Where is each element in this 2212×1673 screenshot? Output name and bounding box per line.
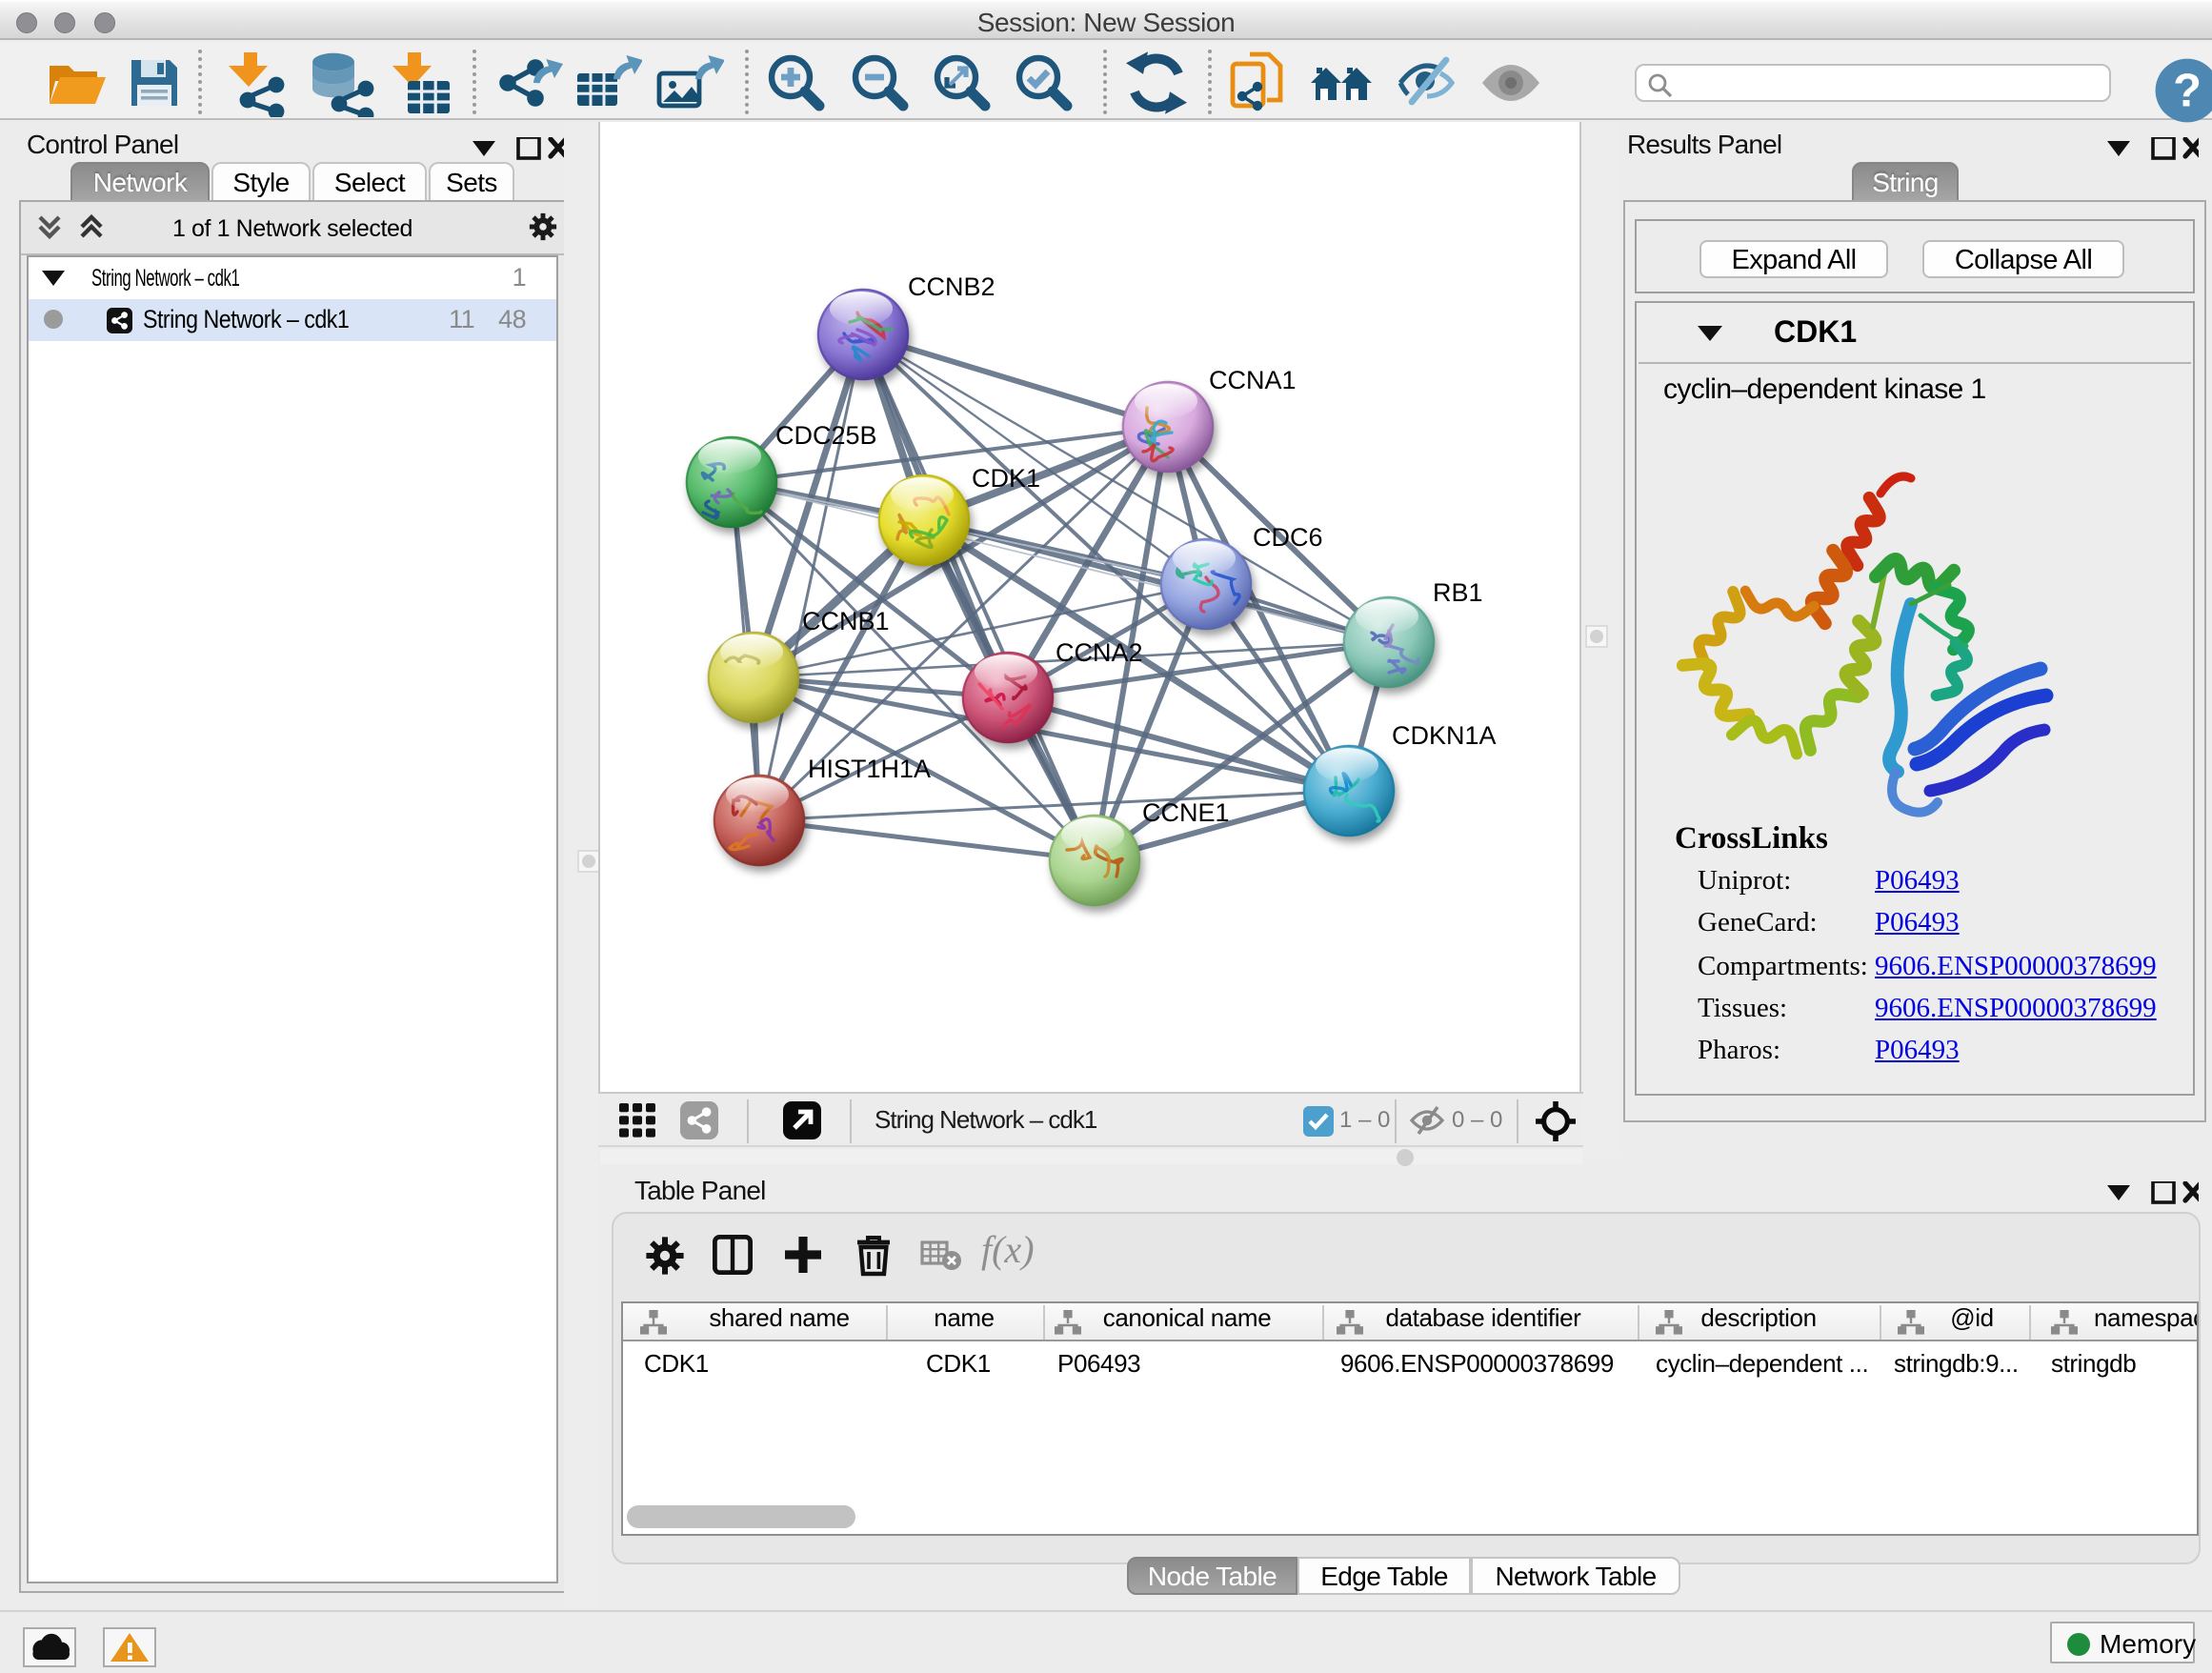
svg-text:CCNE1: CCNE1 — [1142, 798, 1230, 827]
svg-text:CDK1: CDK1 — [972, 464, 1040, 493]
svg-text:CDC6: CDC6 — [1253, 523, 1323, 552]
svg-text:RB1: RB1 — [1433, 578, 1483, 607]
svg-text:HIST1H1A: HIST1H1A — [808, 755, 931, 783]
svg-text:CDC25B: CDC25B — [775, 421, 877, 450]
svg-text:CCNB2: CCNB2 — [908, 272, 995, 301]
svg-text:CDKN1A: CDKN1A — [1392, 721, 1497, 750]
svg-text:?: ? — [2173, 66, 2202, 117]
svg-text:CCNA2: CCNA2 — [1056, 638, 1143, 667]
svg-text:CCNA1: CCNA1 — [1209, 366, 1297, 394]
svg-text:CCNB1: CCNB1 — [802, 607, 890, 635]
